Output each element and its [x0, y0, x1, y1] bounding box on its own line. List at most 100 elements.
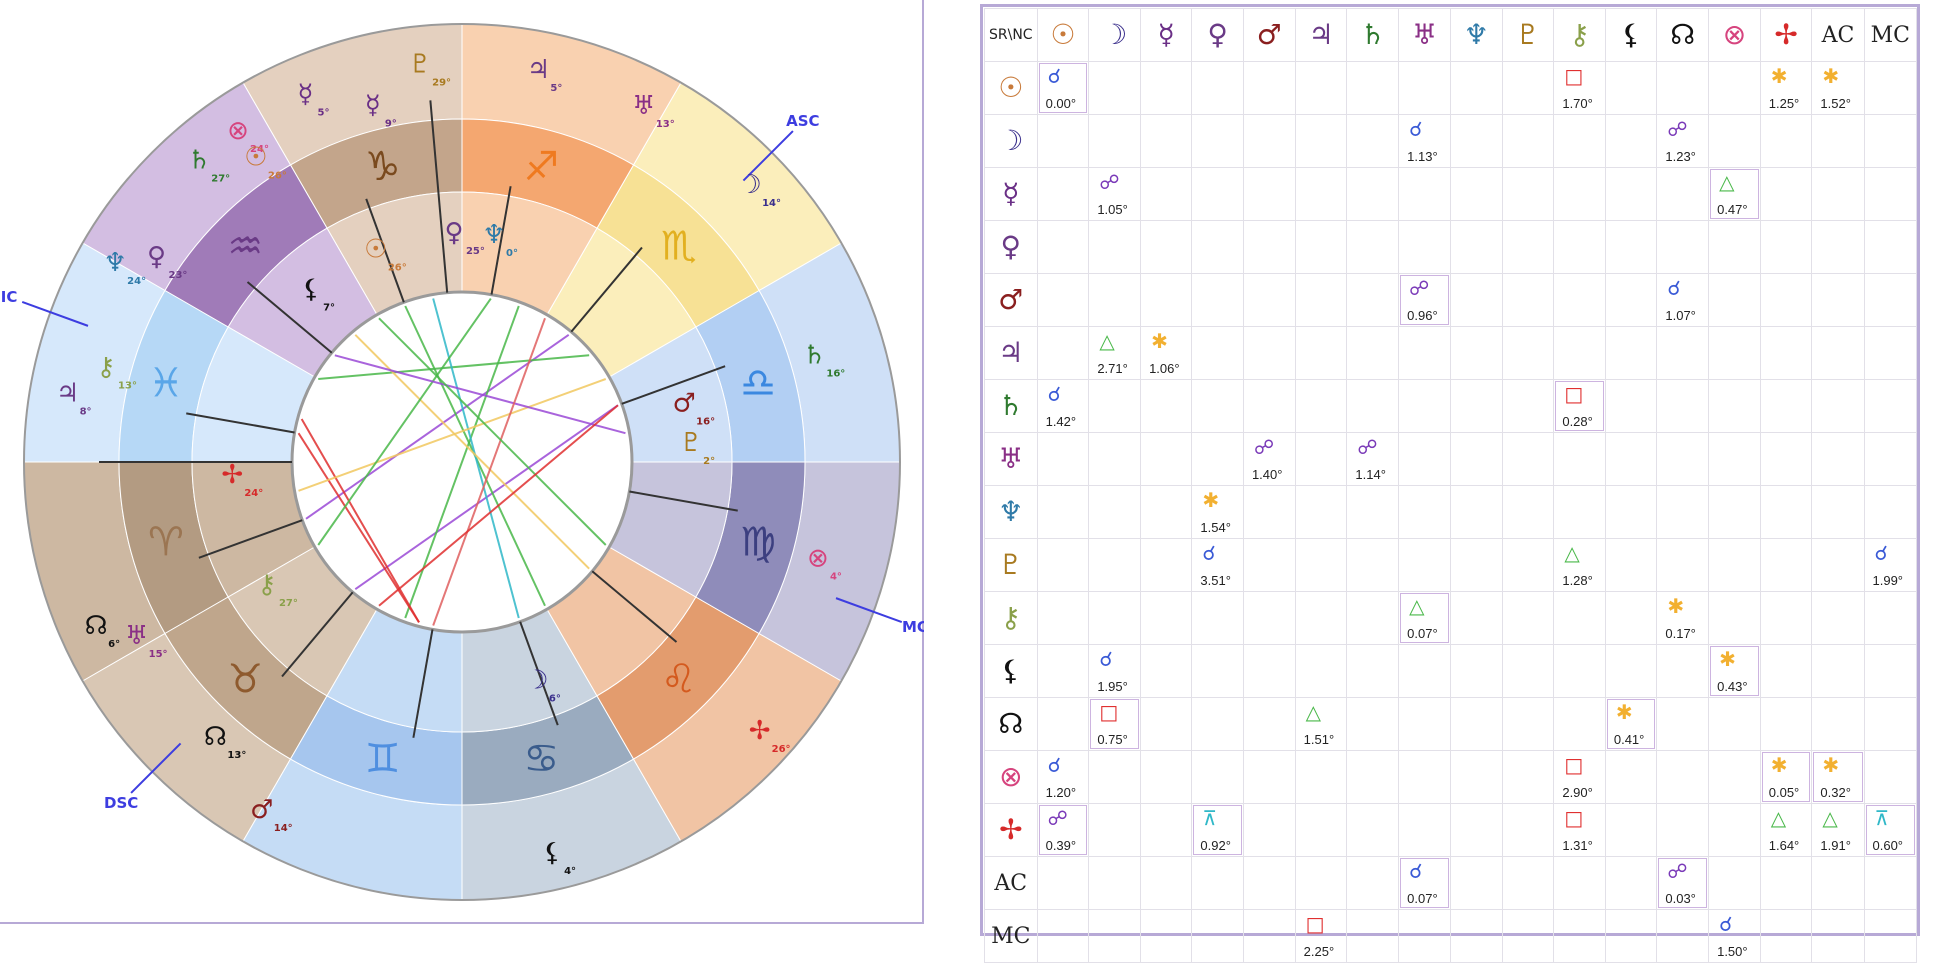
row-header-moon: ☽ [984, 114, 1038, 168]
sign-glyph-aquarius: ♒ [227, 223, 263, 269]
aspect-cell [1242, 61, 1296, 115]
aspect-cell [1759, 167, 1813, 221]
row-header-neptune: ♆ [984, 485, 1038, 539]
aspect-grid: SR\NC ☉ ☽ ☿ ♀ ♂ ♃ ♄ ♅ ♆ ♇ ⚷ ⚸ ☊ ⊗ ✢ AC MC ☉ ☌ 0.00° □ 1.70° ✱ 1.… [984, 8, 1917, 963]
quincunx-icon: ⊼ [1202, 806, 1218, 830]
grid-row-mars: ♂ ☍ 0.96° ☌ 1.07° [984, 273, 1917, 327]
column-header-saturn: ♄ [1346, 8, 1400, 62]
lilith-degree: 7° [323, 302, 335, 313]
grid-row-north-node: ☊ □ 0.75° △ 1.51° ✱ 0.41° [984, 697, 1917, 751]
aspect-cell [1708, 856, 1761, 910]
trine-icon: △ [1770, 806, 1787, 830]
aspect-cell [1140, 432, 1193, 486]
jupiter-degree: 5° [550, 83, 562, 94]
aspect-cell [1656, 750, 1710, 804]
conjunction-icon: ☌ [1047, 753, 1062, 777]
row-header-mercury: ☿ [984, 167, 1038, 221]
sign-glyph-sagittarius: ♐ [523, 144, 559, 190]
uranus-degree: 15° [149, 649, 168, 660]
aspect-cell [1346, 220, 1400, 274]
aspect-cell [1398, 326, 1451, 380]
aspect-cell [1242, 644, 1296, 698]
aspect-cell [1191, 591, 1244, 645]
aspect-cell [1501, 273, 1555, 327]
aspect-orb: 0.17° [1665, 626, 1696, 641]
aspect-cell [1036, 909, 1090, 963]
aspect-cell [1501, 856, 1555, 910]
aspect-cell [1604, 909, 1658, 963]
aspect-cell [1604, 61, 1658, 115]
mars-icon: ♂ [998, 283, 1024, 316]
aspect-cell [1398, 697, 1451, 751]
aspect-cell [1656, 61, 1710, 115]
conjunction-icon: ☌ [1047, 64, 1062, 88]
aspect-cell [1294, 379, 1348, 433]
aspect-cell: ✱ 1.06° [1140, 326, 1193, 380]
sun-icon: ☉ [1050, 18, 1076, 51]
aspect-cell [1449, 538, 1503, 592]
opposition-icon: ☍ [1357, 435, 1378, 459]
aspect-cell [1191, 697, 1244, 751]
aspect-cell [1759, 591, 1813, 645]
conjunction-icon: ☌ [1667, 276, 1681, 300]
grid-corner-label: SR\NC [984, 8, 1038, 62]
aspect-cell [1294, 61, 1348, 115]
sextile-icon: ✱ [1615, 700, 1633, 724]
aspect-cell [1553, 697, 1606, 751]
aspect-cell [1242, 697, 1296, 751]
aspect-cell [1708, 326, 1761, 380]
vertex-degree: 24° [244, 488, 263, 499]
moon-degree: 6° [549, 693, 561, 704]
sextile-icon: ✱ [1822, 64, 1840, 88]
aspect-orb: 1.06° [1149, 361, 1180, 376]
aspect-cell [1294, 856, 1348, 910]
sextile-icon: ✱ [1770, 753, 1788, 777]
north-node-glyph: ☊ [85, 611, 108, 641]
aspect-cell: □ 2.90° [1553, 750, 1606, 804]
aspect-cell [1346, 909, 1400, 963]
opposition-icon: ☍ [1253, 435, 1275, 459]
aspect-cell [1656, 432, 1710, 486]
aspect-cell [1553, 432, 1606, 486]
aspect-orb: 0.60° [1872, 838, 1904, 853]
aspect-cell [1242, 538, 1296, 592]
aspect-cell [1604, 379, 1658, 433]
aspect-cell [1449, 167, 1503, 221]
aspect-cell [1863, 273, 1917, 327]
aspect-cell [1088, 379, 1142, 433]
aspect-cell [1036, 273, 1090, 327]
aspect-cell [1140, 538, 1193, 592]
aspect-cell [1191, 273, 1244, 327]
aspect-cell [1036, 326, 1090, 380]
column-header-vertex: ✢ [1759, 8, 1813, 62]
sign-glyph-cancer: ♋ [523, 736, 559, 782]
north-node-degree: 13° [227, 750, 246, 761]
neptune-degree: 24° [127, 276, 146, 287]
aspect-cell [1294, 167, 1348, 221]
aspect-orb: 0.05° [1768, 785, 1800, 800]
aspect-orb: 0.07° [1407, 626, 1438, 641]
grid-header-row: SR\NC ☉ ☽ ☿ ♀ ♂ ♃ ♄ ♅ ♆ ♇ ⚷ ⚸ ☊ ⊗ ✢ AC MC [984, 8, 1917, 62]
aspect-cell: ☍ 1.23° [1656, 114, 1710, 168]
aspect-cell [1863, 167, 1917, 221]
column-header-mars: ♂ [1242, 8, 1296, 62]
aspect-cell [1036, 591, 1090, 645]
uranus-glyph: ♅ [125, 621, 148, 651]
aspect-cell [1140, 379, 1193, 433]
aspect-cell [1449, 379, 1503, 433]
aspect-cell [1346, 326, 1400, 380]
mercury-icon: ☿ [1002, 177, 1020, 210]
aspect-cell [1759, 856, 1813, 910]
aspect-cell [1346, 379, 1400, 433]
aspect-cell [1346, 114, 1400, 168]
aspect-cell: △ 0.47° [1708, 167, 1761, 221]
grid-row-uranus: ♅ ☍ 1.40° ☍ 1.14° [984, 432, 1917, 486]
aspect-cell [1656, 220, 1710, 274]
aspect-cell [1759, 644, 1813, 698]
mercury-degree: 9° [385, 118, 397, 129]
aspect-cell [1501, 644, 1555, 698]
aspect-cell [1811, 697, 1865, 751]
neptune-icon: ♆ [998, 495, 1024, 528]
aspect-orb: 0.75° [1097, 732, 1128, 747]
aspect-cell [1863, 432, 1917, 486]
